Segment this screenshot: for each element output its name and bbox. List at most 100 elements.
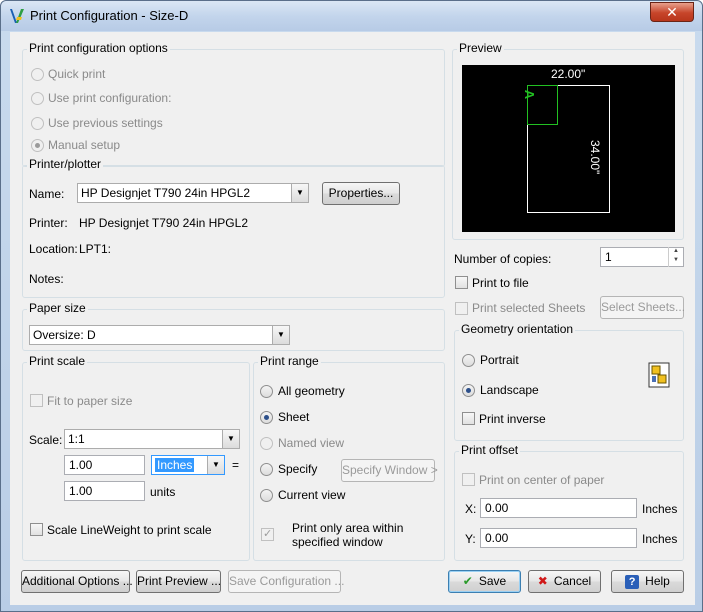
preview-height-label: 34.00" <box>588 140 602 175</box>
group-label: Preview <box>457 41 504 55</box>
use-previous-settings-radio[interactable] <box>31 117 44 130</box>
print-only-area-label: Print only area within specified window <box>292 521 404 549</box>
save-button[interactable]: ✔ Save <box>448 570 521 593</box>
help-button-label: Help <box>645 574 670 588</box>
group-label: Paper size <box>27 301 88 315</box>
cross-icon: ✖ <box>537 574 548 589</box>
range-all-geometry-radio[interactable] <box>260 385 273 398</box>
range-named-view-radio[interactable] <box>260 437 273 450</box>
select-sheets-button[interactable]: Select Sheets... <box>600 296 685 319</box>
specify-window-button[interactable]: Specify Window > <box>341 459 438 482</box>
group-label: Print offset <box>459 443 521 457</box>
scale-label: Scale: <box>29 433 63 447</box>
manual-setup-label: Manual setup <box>48 138 121 152</box>
chevron-down-icon[interactable]: ▼ <box>291 184 308 202</box>
group-label: Geometry orientation <box>459 322 576 336</box>
chevron-down-icon[interactable]: ▼ <box>222 430 239 448</box>
equals-sign: = <box>232 458 240 472</box>
use-print-config-radio[interactable] <box>31 92 44 105</box>
offset-x-label: X: <box>465 502 477 516</box>
preview-width-label: 22.00" <box>551 67 586 81</box>
print-inverse-label: Print inverse <box>479 412 546 426</box>
portrait-radio[interactable] <box>462 354 475 367</box>
cancel-button[interactable]: ✖ Cancel <box>528 570 601 593</box>
printer-value: HP Designjet T790 24in HPGL2 <box>79 216 248 230</box>
offset-y-unit: Inches <box>642 532 678 546</box>
range-all-geometry-label: All geometry <box>278 384 345 398</box>
paper-size-value: Oversize: D <box>33 328 96 342</box>
offset-y-label: Y: <box>465 532 476 546</box>
print-to-file-label: Print to file <box>472 276 529 290</box>
range-current-view-radio[interactable] <box>260 489 273 502</box>
unit-select-value: Inches <box>155 458 195 472</box>
help-icon: ? <box>625 574 640 589</box>
app-icon <box>10 9 24 23</box>
dialog-window: Print Configuration - Size-D ✕ Print con… <box>0 0 703 612</box>
range-named-view-label: Named view <box>278 436 345 450</box>
offset-x-input[interactable]: 0.00 <box>480 498 637 518</box>
location-label: Location: <box>29 242 78 256</box>
unit-select[interactable]: Inches ▼ <box>151 455 225 475</box>
quick-print-radio[interactable] <box>31 68 44 81</box>
center-of-paper-label: Print on center of paper <box>479 473 605 487</box>
units-label: units <box>150 485 176 499</box>
group-label: Print range <box>258 354 321 368</box>
range-specify-label: Specify <box>278 462 318 476</box>
scale-value1-input[interactable]: 1.00 <box>64 455 145 475</box>
window-title: Print Configuration - Size-D <box>30 8 189 23</box>
orientation-icon <box>648 362 670 388</box>
print-inverse-checkbox[interactable] <box>462 412 475 425</box>
fit-to-paper-checkbox[interactable] <box>30 394 43 407</box>
landscape-radio[interactable] <box>462 384 475 397</box>
title-bar[interactable]: Print Configuration - Size-D ✕ <box>1 1 702 31</box>
range-sheet-label: Sheet <box>278 410 310 424</box>
chevron-down-icon[interactable]: ▼ <box>272 326 289 344</box>
group-label: Print configuration options <box>27 41 170 55</box>
copies-label: Number of copies: <box>454 252 552 266</box>
center-of-paper-checkbox[interactable] <box>462 473 475 486</box>
save-button-label: Save <box>478 574 507 588</box>
cancel-button-label: Cancel <box>553 574 592 588</box>
dialog-body: Print configuration options Quick print … <box>10 32 695 605</box>
location-value: LPT1: <box>79 242 112 256</box>
quick-print-label: Quick print <box>48 67 106 81</box>
use-print-config-label: Use print configuration: <box>48 91 172 105</box>
copies-spinner[interactable]: ▲ ▼ <box>668 247 683 267</box>
print-to-file-checkbox[interactable] <box>455 276 468 289</box>
save-configuration-button[interactable]: Save Configuration ... <box>228 570 344 593</box>
chevron-down-icon[interactable]: ▼ <box>207 456 224 474</box>
scale-value2-input[interactable]: 1.00 <box>64 481 145 501</box>
printer-name-select[interactable]: HP Designjet T790 24in HPGL2 ▼ <box>77 183 309 203</box>
preview-sheet-letter: A <box>522 89 538 100</box>
offset-y-input[interactable]: 0.00 <box>480 528 637 548</box>
range-specify-radio[interactable] <box>260 463 273 476</box>
printer-name-value: HP Designjet T790 24in HPGL2 <box>81 186 250 200</box>
paper-size-select[interactable]: Oversize: D ▼ <box>29 325 290 345</box>
spin-down-icon[interactable]: ▼ <box>669 256 683 265</box>
help-button[interactable]: ? Help <box>611 570 684 593</box>
print-preview-button[interactable]: Print Preview ... <box>136 570 221 593</box>
range-sheet-radio[interactable] <box>260 411 273 424</box>
scale-select[interactable]: 1:1 ▼ <box>64 429 240 449</box>
scale-value: 1:1 <box>68 432 85 446</box>
checkmark-icon: ✔ <box>462 574 473 589</box>
portrait-label: Portrait <box>480 353 519 367</box>
printer-label: Printer: <box>29 216 68 230</box>
additional-options-button[interactable]: Additional Options ... <box>21 570 133 593</box>
use-previous-settings-label: Use previous settings <box>48 116 163 130</box>
close-button[interactable]: ✕ <box>650 2 694 22</box>
scale-lineweight-checkbox[interactable] <box>30 523 43 536</box>
scale-lineweight-label: Scale LineWeight to print scale <box>47 523 212 537</box>
print-preview: 22.00" A 34.00" <box>462 65 675 232</box>
print-selected-sheets-label: Print selected Sheets <box>472 301 586 315</box>
print-only-area-checkbox[interactable] <box>261 527 274 541</box>
spin-up-icon[interactable]: ▲ <box>669 247 683 256</box>
offset-x-unit: Inches <box>642 502 678 516</box>
printer-name-label: Name: <box>29 187 65 201</box>
notes-label: Notes: <box>29 272 64 286</box>
range-current-view-label: Current view <box>278 488 346 502</box>
manual-setup-radio[interactable] <box>31 139 44 152</box>
copies-input[interactable]: 1 ▲ ▼ <box>600 247 684 267</box>
properties-button[interactable]: Properties... <box>322 182 400 205</box>
print-selected-sheets-checkbox[interactable] <box>455 302 468 315</box>
